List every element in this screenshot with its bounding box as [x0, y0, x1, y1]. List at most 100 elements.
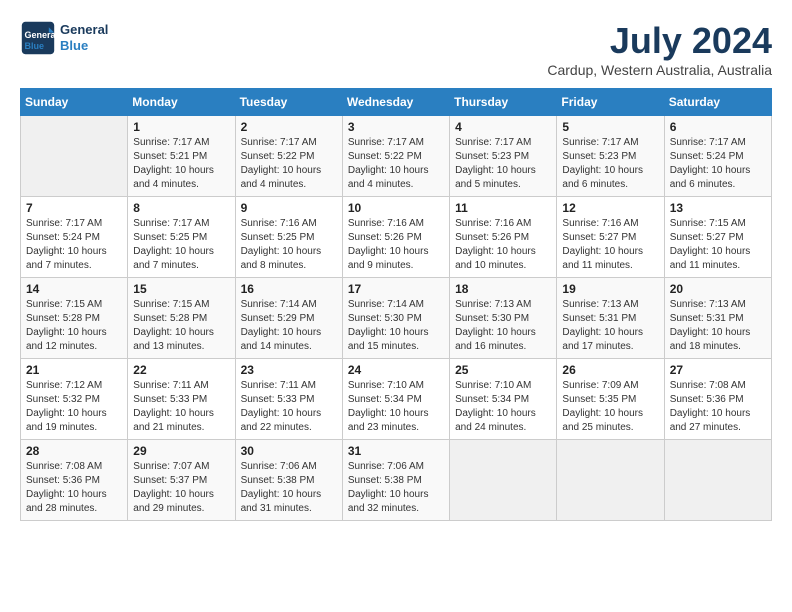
day-info: Sunrise: 7:17 AM Sunset: 5:23 PM Dayligh… [562, 136, 658, 192]
weekday-header-tuesday: Tuesday [235, 89, 342, 116]
day-info: Sunrise: 7:15 AM Sunset: 5:27 PM Dayligh… [670, 217, 766, 273]
calendar-cell: 22 Sunrise: 7:11 AM Sunset: 5:33 PM Dayli… [128, 359, 235, 440]
calendar-cell: 23Sunrise: 7:11 AM Sunset: 5:33 PM Dayli… [235, 359, 342, 440]
calendar-cell: 7 Sunrise: 7:17 AM Sunset: 5:24 PM Daylig… [21, 197, 128, 278]
day-number: 14 [26, 282, 122, 296]
day-info: Sunrise: 7:14 AM Sunset: 5:30 PM Dayligh… [348, 298, 444, 354]
day-info: Sunrise: 7:09 AM Sunset: 5:35 PM Dayligh… [562, 379, 658, 435]
calendar-cell: 15Sunrise: 7:15 AM Sunset: 5:28 PM Dayli… [128, 278, 235, 359]
day-number: 18 [455, 282, 551, 296]
day-number: 25 [455, 363, 551, 377]
calendar-cell: 10 Sunrise: 7:16 AM Sunset: 5:26 PM Dayli… [342, 197, 449, 278]
day-info: Sunrise: 7:17 AM Sunset: 5:22 PM Dayligh… [348, 136, 444, 192]
weekday-header-thursday: Thursday [450, 89, 557, 116]
day-info: Sunrise: 7:14 AM Sunset: 5:29 PM Dayligh… [241, 298, 337, 354]
weekday-header-monday: Monday [128, 89, 235, 116]
week-row-1: 1Sunrise: 7:17 AM Sunset: 5:21 PM Daylig… [21, 116, 772, 197]
calendar-table: SundayMondayTuesdayWednesdayThursdayFrid… [20, 88, 772, 521]
calendar-cell: 11 Sunrise: 7:16 AM Sunset: 5:26 PM Dayli… [450, 197, 557, 278]
calendar-cell: 29Sunrise: 7:07 AM Sunset: 5:37 PM Dayli… [128, 440, 235, 521]
day-number: 1 [133, 120, 229, 134]
day-info: Sunrise: 7:16 AM Sunset: 5:26 PM Dayligh… [455, 217, 551, 273]
day-number: 5 [562, 120, 658, 134]
logo-text-general: General [60, 22, 108, 38]
day-info: Sunrise: 7:11 AM Sunset: 5:33 PM Dayligh… [133, 379, 229, 435]
calendar-cell: 5 Sunrise: 7:17 AM Sunset: 5:23 PM Daylig… [557, 116, 664, 197]
day-info: Sunrise: 7:17 AM Sunset: 5:24 PM Dayligh… [26, 217, 122, 273]
calendar-cell: 25 Sunrise: 7:10 AM Sunset: 5:34 PM Dayli… [450, 359, 557, 440]
calendar-cell: 18 Sunrise: 7:13 AM Sunset: 5:30 PM Dayli… [450, 278, 557, 359]
day-number: 24 [348, 363, 444, 377]
day-number: 31 [348, 444, 444, 458]
calendar-cell: 16 Sunrise: 7:14 AM Sunset: 5:29 PM Dayli… [235, 278, 342, 359]
week-row-2: 7 Sunrise: 7:17 AM Sunset: 5:24 PM Daylig… [21, 197, 772, 278]
day-number: 9 [241, 201, 337, 215]
logo-icon: General Blue [20, 20, 56, 56]
calendar-cell [557, 440, 664, 521]
day-number: 17 [348, 282, 444, 296]
day-info: Sunrise: 7:06 AM Sunset: 5:38 PM Dayligh… [241, 460, 337, 516]
day-number: 22 [133, 363, 229, 377]
day-number: 2 [241, 120, 337, 134]
day-info: Sunrise: 7:13 AM Sunset: 5:31 PM Dayligh… [562, 298, 658, 354]
calendar-cell: 12Sunrise: 7:16 AM Sunset: 5:27 PM Dayli… [557, 197, 664, 278]
location-subtitle: Cardup, Western Australia, Australia [547, 62, 772, 78]
day-info: Sunrise: 7:13 AM Sunset: 5:31 PM Dayligh… [670, 298, 766, 354]
day-number: 26 [562, 363, 658, 377]
day-number: 11 [455, 201, 551, 215]
week-row-5: 28Sunrise: 7:08 AM Sunset: 5:36 PM Dayli… [21, 440, 772, 521]
calendar-cell: 9 Sunrise: 7:16 AM Sunset: 5:25 PM Daylig… [235, 197, 342, 278]
week-row-3: 14 Sunrise: 7:15 AM Sunset: 5:28 PM Dayli… [21, 278, 772, 359]
calendar-cell: 17 Sunrise: 7:14 AM Sunset: 5:30 PM Dayli… [342, 278, 449, 359]
logo: General Blue General Blue [20, 20, 108, 56]
calendar-cell: 30 Sunrise: 7:06 AM Sunset: 5:38 PM Dayli… [235, 440, 342, 521]
calendar-cell: 19 Sunrise: 7:13 AM Sunset: 5:31 PM Dayli… [557, 278, 664, 359]
day-info: Sunrise: 7:16 AM Sunset: 5:27 PM Dayligh… [562, 217, 658, 273]
day-info: Sunrise: 7:10 AM Sunset: 5:34 PM Dayligh… [455, 379, 551, 435]
day-info: Sunrise: 7:12 AM Sunset: 5:32 PM Dayligh… [26, 379, 122, 435]
day-number: 20 [670, 282, 766, 296]
weekday-header-sunday: Sunday [21, 89, 128, 116]
weekday-header-friday: Friday [557, 89, 664, 116]
title-area: July 2024 Cardup, Western Australia, Aus… [547, 20, 772, 78]
weekday-header-saturday: Saturday [664, 89, 771, 116]
day-number: 7 [26, 201, 122, 215]
day-number: 28 [26, 444, 122, 458]
day-number: 29 [133, 444, 229, 458]
day-number: 21 [26, 363, 122, 377]
day-info: Sunrise: 7:10 AM Sunset: 5:34 PM Dayligh… [348, 379, 444, 435]
svg-text:Blue: Blue [25, 41, 45, 51]
calendar-cell: 6 Sunrise: 7:17 AM Sunset: 5:24 PM Daylig… [664, 116, 771, 197]
logo-text-blue: Blue [60, 38, 108, 54]
calendar-cell [21, 116, 128, 197]
day-info: Sunrise: 7:17 AM Sunset: 5:24 PM Dayligh… [670, 136, 766, 192]
page-header: General Blue General Blue July 2024 Card… [20, 20, 772, 78]
day-info: Sunrise: 7:16 AM Sunset: 5:25 PM Dayligh… [241, 217, 337, 273]
calendar-cell [450, 440, 557, 521]
day-number: 6 [670, 120, 766, 134]
calendar-cell: 2 Sunrise: 7:17 AM Sunset: 5:22 PM Daylig… [235, 116, 342, 197]
day-info: Sunrise: 7:16 AM Sunset: 5:26 PM Dayligh… [348, 217, 444, 273]
calendar-cell: 31 Sunrise: 7:06 AM Sunset: 5:38 PM Dayli… [342, 440, 449, 521]
day-number: 15 [133, 282, 229, 296]
day-number: 30 [241, 444, 337, 458]
calendar-cell: 4Sunrise: 7:17 AM Sunset: 5:23 PM Daylig… [450, 116, 557, 197]
calendar-cell: 21 Sunrise: 7:12 AM Sunset: 5:32 PM Dayli… [21, 359, 128, 440]
day-info: Sunrise: 7:17 AM Sunset: 5:23 PM Dayligh… [455, 136, 551, 192]
weekday-header-row: SundayMondayTuesdayWednesdayThursdayFrid… [21, 89, 772, 116]
day-number: 16 [241, 282, 337, 296]
month-year-title: July 2024 [547, 20, 772, 62]
day-number: 19 [562, 282, 658, 296]
calendar-cell: 8Sunrise: 7:17 AM Sunset: 5:25 PM Daylig… [128, 197, 235, 278]
day-info: Sunrise: 7:17 AM Sunset: 5:22 PM Dayligh… [241, 136, 337, 192]
calendar-cell: 3 Sunrise: 7:17 AM Sunset: 5:22 PM Daylig… [342, 116, 449, 197]
calendar-cell: 20 Sunrise: 7:13 AM Sunset: 5:31 PM Dayli… [664, 278, 771, 359]
day-number: 13 [670, 201, 766, 215]
day-info: Sunrise: 7:13 AM Sunset: 5:30 PM Dayligh… [455, 298, 551, 354]
day-number: 10 [348, 201, 444, 215]
calendar-cell [664, 440, 771, 521]
day-info: Sunrise: 7:15 AM Sunset: 5:28 PM Dayligh… [26, 298, 122, 354]
day-info: Sunrise: 7:06 AM Sunset: 5:38 PM Dayligh… [348, 460, 444, 516]
day-info: Sunrise: 7:08 AM Sunset: 5:36 PM Dayligh… [670, 379, 766, 435]
day-number: 3 [348, 120, 444, 134]
